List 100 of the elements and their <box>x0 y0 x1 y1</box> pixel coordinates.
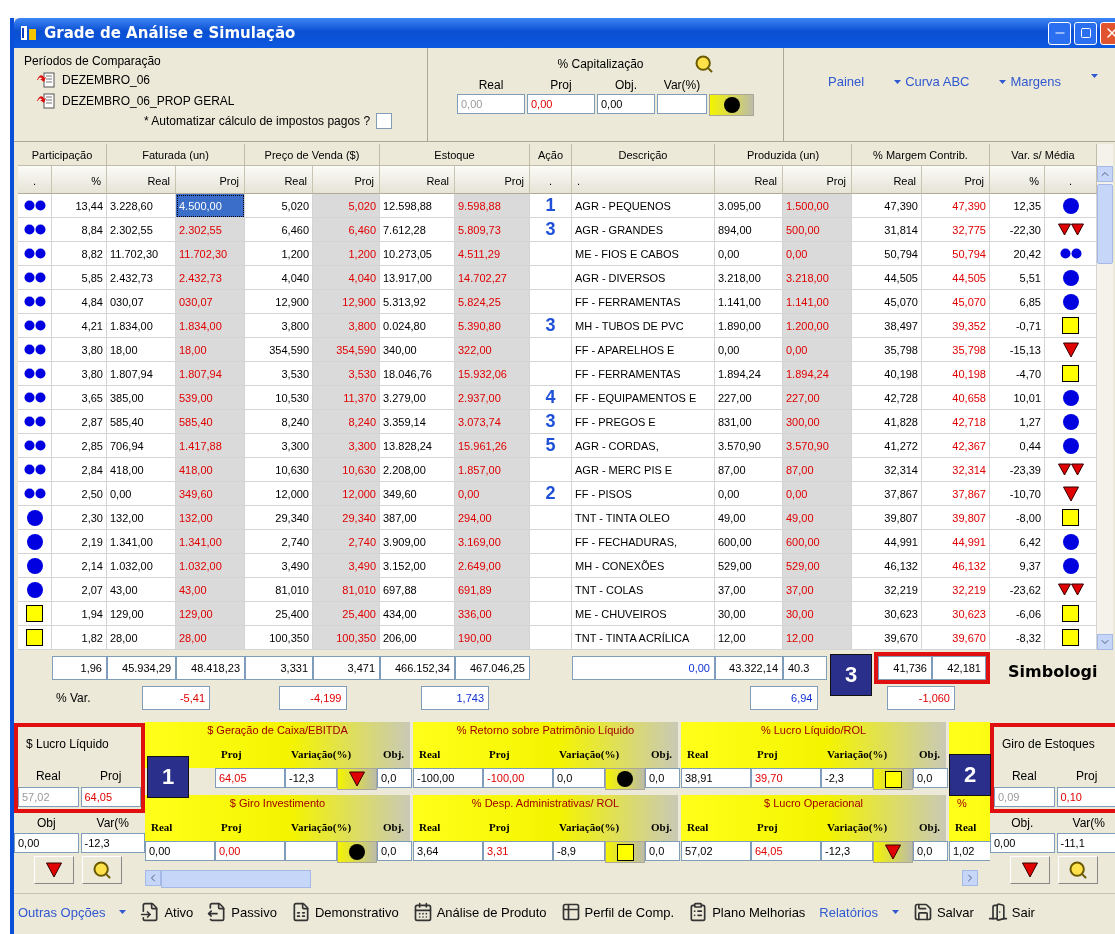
value-field[interactable]: 0,0 <box>645 841 680 861</box>
value-field[interactable]: 3,64 <box>413 841 483 861</box>
search-button[interactable] <box>1058 856 1098 884</box>
column-header[interactable]: . <box>530 166 572 194</box>
column-header[interactable]: Real <box>107 166 176 194</box>
menu-link[interactable]: Outras Opções <box>18 904 127 920</box>
table-cell[interactable]: 1.341,00 <box>176 530 245 554</box>
value-field[interactable]: 0,0 <box>645 768 680 788</box>
toolbar-button[interactable]: Plano Melhorias <box>688 902 806 922</box>
value-field[interactable]: 0,00 <box>990 833 1055 853</box>
value-field[interactable]: -100,00 <box>483 768 553 788</box>
column-group-header[interactable]: % Margem Contrib. <box>852 144 990 166</box>
signal-button[interactable] <box>1010 856 1050 884</box>
table-cell[interactable]: 2.432,73 <box>176 266 245 290</box>
menu-link[interactable]: Margens <box>999 74 1062 89</box>
value-field[interactable]: -100,00 <box>413 768 483 788</box>
table-cell[interactable]: 43,00 <box>176 578 245 602</box>
table-cell[interactable]: 539,00 <box>176 386 245 410</box>
table-cell[interactable]: 585,40 <box>176 410 245 434</box>
table-cell[interactable]: 349,60 <box>176 482 245 506</box>
value-field[interactable]: 0,00 <box>527 94 595 114</box>
scrollbar-thumb[interactable] <box>161 870 311 888</box>
value-field[interactable]: 0,00 <box>215 841 285 861</box>
menu-link[interactable]: Curva ABC <box>894 74 970 89</box>
value-field[interactable]: 0,0 <box>377 768 412 788</box>
toolbar-button[interactable]: Perfil de Comp. <box>560 902 675 922</box>
column-header[interactable]: Proj <box>783 166 852 194</box>
value-field[interactable]: -8,9 <box>553 841 605 861</box>
scrollbar-thumb[interactable] <box>1097 184 1113 264</box>
value-field[interactable]: 0,10 <box>1056 787 1115 807</box>
column-group-header[interactable]: Ação <box>530 144 572 166</box>
column-group-header[interactable]: Participação <box>18 144 107 166</box>
value-field[interactable]: 57,02 <box>681 841 751 861</box>
value-field[interactable]: 1,02 <box>949 841 990 861</box>
value-field[interactable]: -12,3 <box>285 768 337 788</box>
value-field[interactable]: 0,00 <box>145 841 215 861</box>
period-item[interactable]: DEZEMBRO_06_PROP GERAL <box>62 94 235 108</box>
column-group-header[interactable]: Produzida (un) <box>715 144 852 166</box>
vertical-scrollbar[interactable] <box>1097 144 1113 650</box>
column-header[interactable]: Proj <box>455 166 530 194</box>
column-header[interactable]: . <box>572 166 715 194</box>
value-field[interactable]: -2,3 <box>821 768 873 788</box>
value-field[interactable]: 0,0 <box>377 841 412 861</box>
value-field[interactable] <box>285 841 337 861</box>
toolbar-button[interactable]: Análise de Produto <box>412 902 547 922</box>
minimize-button[interactable] <box>1048 21 1071 45</box>
table-cell[interactable]: 4.500,00 <box>176 194 245 218</box>
table-cell[interactable]: 1.807,94 <box>176 362 245 386</box>
signal-button[interactable] <box>34 856 74 884</box>
value-field[interactable] <box>657 94 707 114</box>
value-field[interactable]: 64,05 <box>215 768 285 788</box>
toolbar-button[interactable]: Demonstrativo <box>290 902 399 922</box>
column-header[interactable]: Real <box>245 166 313 194</box>
column-header[interactable]: Proj <box>313 166 380 194</box>
value-field[interactable]: -12,3 <box>821 841 873 861</box>
toolbar-button[interactable]: Salvar <box>912 902 974 922</box>
table-cell[interactable]: 1.032,00 <box>176 554 245 578</box>
value-field[interactable]: -12,3 <box>80 833 145 853</box>
value-field[interactable]: -11,1 <box>1056 833 1115 853</box>
column-header[interactable]: Real <box>715 166 783 194</box>
table-cell[interactable]: 1.834,00 <box>176 314 245 338</box>
table-cell[interactable]: 132,00 <box>176 506 245 530</box>
column-group-header[interactable]: Faturada (un) <box>107 144 245 166</box>
table-cell[interactable]: 2.302,55 <box>176 218 245 242</box>
value-field[interactable]: 0,0 <box>553 768 605 788</box>
column-header[interactable]: Real <box>852 166 922 194</box>
column-header[interactable]: . <box>18 166 52 194</box>
column-header[interactable]: Proj <box>176 166 245 194</box>
value-field[interactable]: 0,0 <box>913 841 948 861</box>
table-cell[interactable]: 418,00 <box>176 458 245 482</box>
value-field[interactable]: 0,00 <box>14 833 79 853</box>
table-cell[interactable]: 030,07 <box>176 290 245 314</box>
value-field[interactable]: 38,91 <box>681 768 751 788</box>
value-field[interactable]: 39,70 <box>751 768 821 788</box>
column-group-header[interactable]: Estoque <box>380 144 530 166</box>
column-header[interactable]: Proj <box>922 166 990 194</box>
maximize-button[interactable] <box>1074 21 1097 45</box>
column-header[interactable]: % <box>52 166 107 194</box>
column-header[interactable]: . <box>1045 166 1097 194</box>
value-field[interactable]: 64,05 <box>80 787 141 807</box>
toolbar-button[interactable]: Ativo <box>140 902 194 922</box>
table-cell[interactable]: 1.417,88 <box>176 434 245 458</box>
menu-link[interactable]: Relatórios <box>819 904 899 920</box>
checkbox[interactable] <box>376 113 393 129</box>
column-header[interactable]: Real <box>380 166 455 194</box>
table-cell[interactable]: 28,00 <box>176 626 245 650</box>
table-cell[interactable]: 18,00 <box>176 338 245 362</box>
toolbar-button[interactable]: Passivo <box>207 902 277 922</box>
column-group-header[interactable]: Preço de Venda ($) <box>245 144 380 166</box>
table-cell[interactable]: 129,00 <box>176 602 245 626</box>
table-cell[interactable]: 11.702,30 <box>176 242 245 266</box>
toolbar-button[interactable]: Sair <box>987 902 1035 922</box>
period-item[interactable]: DEZEMBRO_06 <box>62 73 151 87</box>
value-field[interactable]: 64,05 <box>751 841 821 861</box>
search-button[interactable] <box>82 856 122 884</box>
value-field[interactable]: 0,00 <box>597 94 655 114</box>
value-field[interactable]: 3,31 <box>483 841 553 861</box>
value-field[interactable]: 0,0 <box>913 768 948 788</box>
column-header[interactable]: % <box>990 166 1045 194</box>
menu-link[interactable]: Painel <box>828 74 865 89</box>
